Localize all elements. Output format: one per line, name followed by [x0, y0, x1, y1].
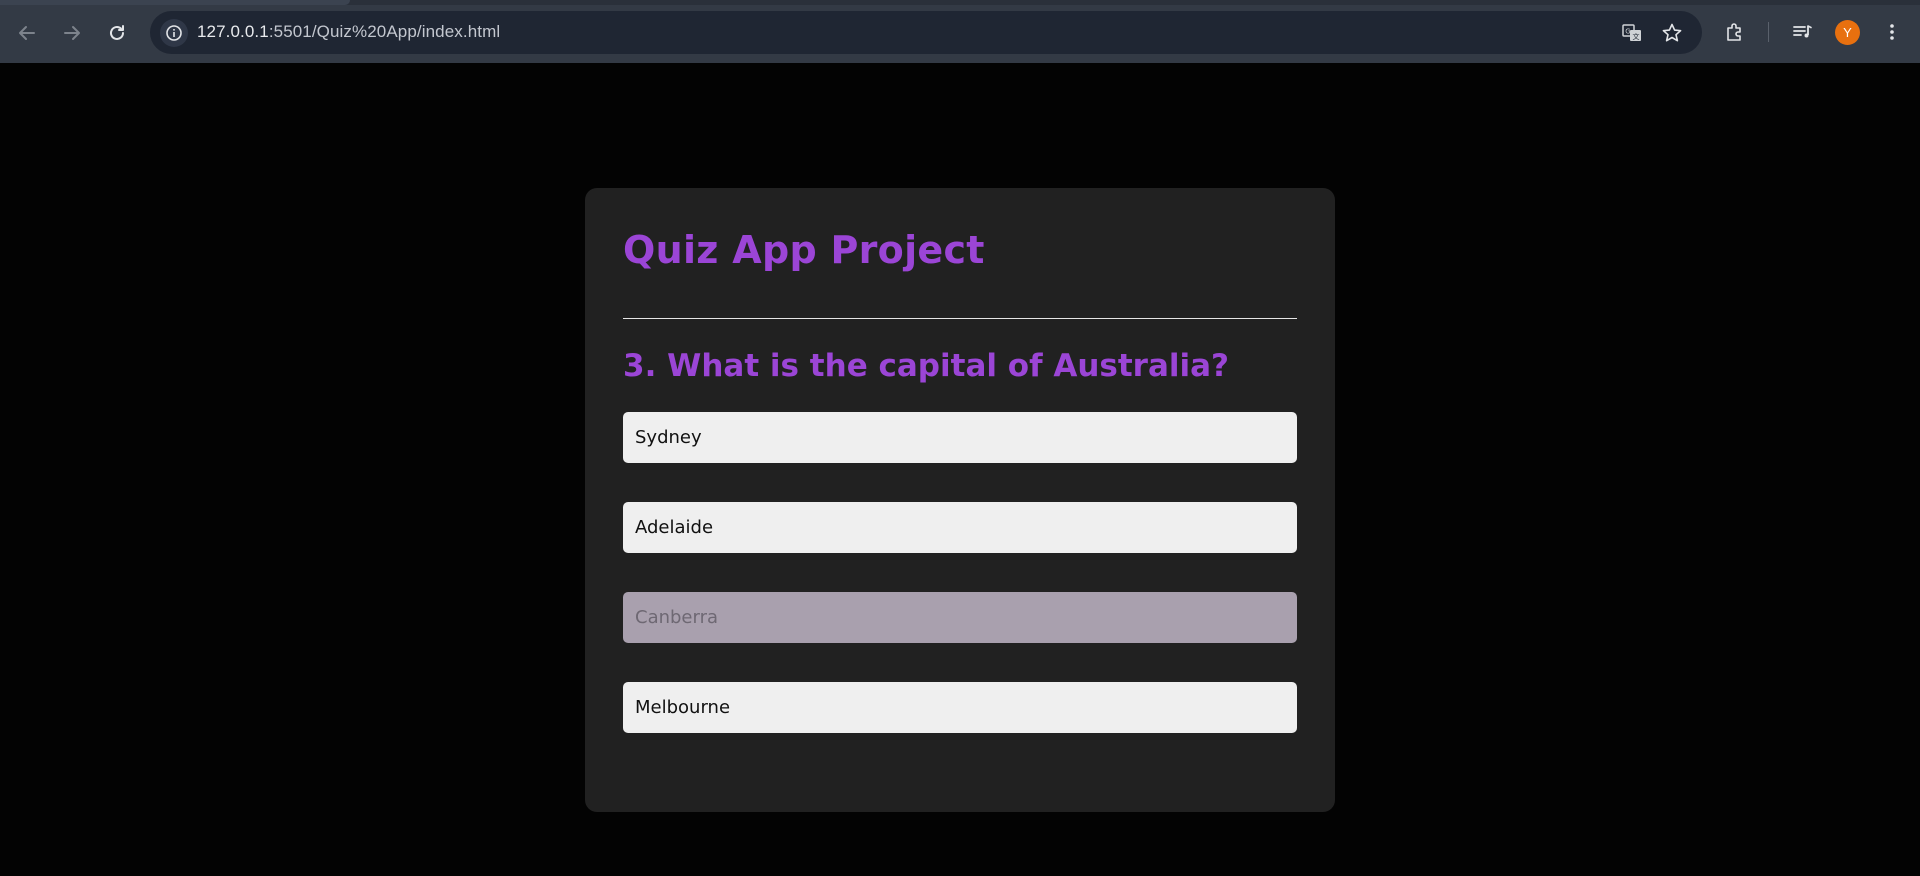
quiz-card: Quiz App Project 3. What is the capital … [585, 188, 1335, 812]
url-host: 127.0.0.1 [197, 22, 269, 41]
question-text: 3. What is the capital of Australia? [623, 348, 1230, 384]
browser-chrome: 127.0.0.1:5501/Quiz%20App/index.html G文 … [0, 0, 1920, 63]
bookmark-star-icon[interactable] [1658, 19, 1686, 47]
address-bar[interactable]: 127.0.0.1:5501/Quiz%20App/index.html G文 [150, 11, 1702, 54]
back-arrow-icon[interactable] [10, 16, 44, 50]
page-viewport: Quiz App Project 3. What is the capital … [0, 63, 1920, 876]
svg-text:G: G [1625, 28, 1630, 36]
quiz-title: Quiz App Project [623, 228, 985, 272]
url-text[interactable]: 127.0.0.1:5501/Quiz%20App/index.html [197, 22, 500, 42]
site-info-icon[interactable] [160, 19, 188, 47]
media-control-icon[interactable] [1786, 16, 1818, 48]
reload-icon[interactable] [100, 16, 134, 50]
extensions-icon[interactable] [1719, 16, 1751, 48]
active-tab-edge [0, 0, 350, 5]
more-menu-icon[interactable] [1876, 16, 1908, 48]
profile-avatar[interactable]: Y [1835, 20, 1860, 45]
url-path: :5501/Quiz%20App/index.html [268, 22, 501, 41]
answer-button-3[interactable]: Canberra [623, 592, 1297, 643]
title-divider [623, 318, 1297, 319]
toolbar-divider [1768, 22, 1769, 42]
answer-button-4[interactable]: Melbourne [623, 682, 1297, 733]
forward-arrow-icon[interactable] [55, 16, 89, 50]
svg-text:文: 文 [1633, 32, 1640, 41]
translate-icon[interactable]: G文 [1618, 19, 1646, 47]
answer-button-2[interactable]: Adelaide [623, 502, 1297, 553]
answer-button-1[interactable]: Sydney [623, 412, 1297, 463]
